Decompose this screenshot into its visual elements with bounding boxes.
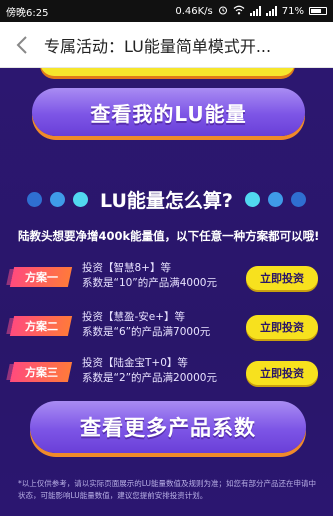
page-title: 专属活动：LU能量简单模式开... (44, 36, 272, 56)
wifi-icon (233, 5, 245, 18)
plan-line1: 投资【慧盈-安e+】等 (82, 311, 186, 323)
top-banner-edge (40, 68, 295, 76)
signal-icon (249, 6, 261, 16)
battery-icon (309, 7, 327, 15)
section-title: LU能量怎么算? (100, 189, 233, 212)
decor-dot-icon (290, 191, 306, 207)
view-my-lu-label: 查看我的LU能量 (90, 101, 247, 126)
decor-dot-icon (267, 191, 283, 207)
status-bar: 傍晚6:25 0.46K/s 71% (0, 0, 333, 22)
status-time: 傍晚6:25 (6, 7, 49, 19)
plan-tag: 方案一 (9, 267, 73, 287)
signal-icon-2 (265, 6, 277, 16)
plan-line2: 系数是“10”的产品满4000元 (82, 277, 217, 289)
chevron-left-icon (16, 35, 27, 54)
battery-percent: 71% (281, 5, 304, 17)
decor-dot-icon (244, 191, 260, 207)
network-speed: 0.46K/s (175, 5, 213, 17)
section-heading: LU能量怎么算? (0, 186, 333, 212)
status-right: 0.46K/s 71% (175, 5, 327, 18)
decor-dot-icon (27, 191, 43, 207)
plan-line1: 投资【陆金宝T+0】等 (82, 357, 188, 369)
decor-dot-icon (50, 191, 66, 207)
invest-now-button[interactable]: 立即投资 (246, 315, 318, 339)
invest-now-button[interactable]: 立即投资 (246, 266, 318, 290)
plan-description: 投资【智慧8+】等 系数是“10”的产品满4000元 (82, 261, 217, 291)
plan-item: 方案二 投资【慧盈-安e+】等 系数是“6”的产品满7000元 立即投资 (0, 310, 333, 346)
plan-item: 方案一 投资【智慧8+】等 系数是“10”的产品满4000元 立即投资 (0, 261, 333, 297)
plan-tag: 方案三 (9, 362, 73, 382)
section-intro: 陆教头想要净增400k能量值，以下任意一种方案都可以哦! (18, 229, 320, 243)
plan-tag: 方案二 (9, 316, 73, 336)
decor-dot-icon (73, 191, 89, 207)
nav-bar: 专属活动：LU能量简单模式开... (0, 22, 333, 68)
back-button[interactable] (0, 22, 44, 68)
plan-line1: 投资【智慧8+】等 (82, 262, 171, 274)
invest-now-button[interactable]: 立即投资 (246, 361, 318, 385)
view-more-coefficients-button[interactable]: 查看更多产品系数 (30, 401, 306, 453)
plan-line2: 系数是“2”的产品满20000元 (82, 372, 217, 384)
plan-item: 方案三 投资【陆金宝T+0】等 系数是“2”的产品满20000元 立即投资 (0, 356, 333, 392)
alarm-icon (218, 5, 228, 18)
plan-line2: 系数是“6”的产品满7000元 (82, 326, 211, 338)
view-more-label: 查看更多产品系数 (80, 416, 256, 440)
main-content: 查看我的LU能量 LU能量怎么算? 陆教头想要净增400k能量值，以下任意一种方… (0, 68, 333, 516)
plan-description: 投资【慧盈-安e+】等 系数是“6”的产品满7000元 (82, 310, 210, 340)
disclaimer-text: *以上仅供参考，请以实际页面展示的LU能量数值及规则为准；如您有部分产品还在申请… (18, 479, 317, 500)
plan-description: 投资【陆金宝T+0】等 系数是“2”的产品满20000元 (82, 356, 217, 386)
view-my-lu-button[interactable]: 查看我的LU能量 (32, 88, 305, 136)
